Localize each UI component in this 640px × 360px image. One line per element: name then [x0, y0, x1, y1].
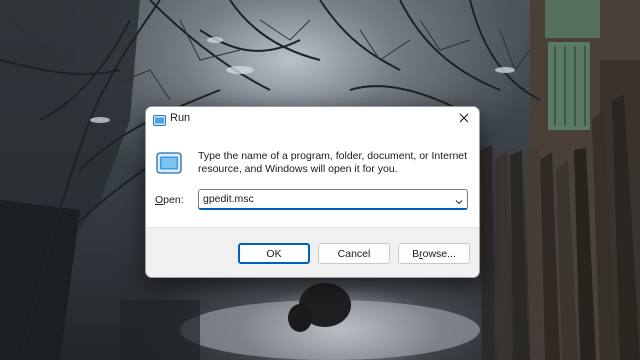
open-label-rest: pen:: [163, 194, 184, 206]
run-dialog: Run Type the name of a program, folder, …: [145, 106, 480, 278]
run-icon: [153, 113, 166, 126]
close-button[interactable]: [449, 107, 479, 131]
open-combobox[interactable]: [198, 189, 468, 210]
title-bar[interactable]: Run: [146, 107, 479, 131]
browse-button[interactable]: Br owse...: [398, 243, 470, 264]
open-label: Open:: [155, 194, 184, 206]
browse-label-rest: owse...: [422, 247, 456, 260]
open-input[interactable]: [199, 190, 448, 208]
browse-label-prefix: B: [412, 247, 420, 260]
cancel-button[interactable]: Cancel: [318, 243, 390, 264]
run-description: Type the name of a program, folder, docu…: [198, 150, 468, 175]
open-label-accel: O: [155, 194, 164, 206]
close-icon: [459, 110, 469, 128]
ok-button[interactable]: OK: [238, 243, 310, 264]
button-area: OK Cancel Br owse...: [146, 227, 479, 277]
dialog-title: Run: [170, 112, 191, 124]
run-app-icon: [156, 152, 182, 174]
chevron-down-icon[interactable]: [454, 194, 464, 205]
